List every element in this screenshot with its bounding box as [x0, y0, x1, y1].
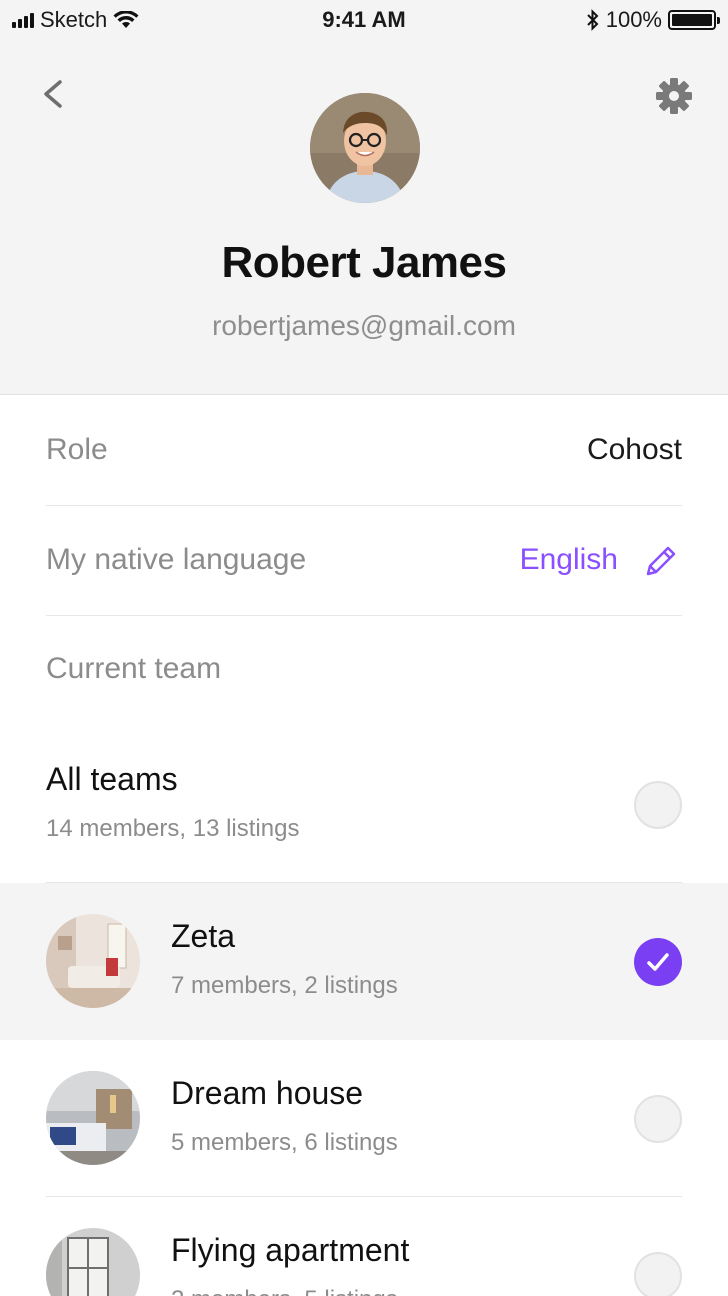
gear-icon [656, 78, 692, 114]
current-team-label: Current team [46, 652, 222, 685]
back-button[interactable] [36, 74, 76, 114]
team-name: Dream house [171, 1075, 364, 1111]
team-row-dream-house[interactable]: Dream house 5 members, 6 listings [0, 1040, 728, 1197]
team-radio-checked[interactable] [634, 938, 682, 986]
profile-email: robertjames@gmail.com [212, 310, 516, 341]
language-label: My native language [46, 543, 307, 576]
team-row-zeta[interactable]: Zeta 7 members, 2 listings [0, 883, 728, 1040]
team-row-flying-apartment[interactable]: Flying apartment 2 members, 5 listings [0, 1197, 728, 1296]
profile-header: Robert James robertjames@gmail.com [0, 40, 728, 395]
flying-apartment-room-photo [46, 1228, 140, 1296]
profile-photo [310, 93, 420, 203]
role-label: Role [46, 433, 108, 466]
language-value[interactable]: English [520, 543, 618, 577]
role-row: Role Cohost [46, 396, 682, 506]
team-meta: 14 members, 13 listings [46, 815, 300, 842]
team-meta: 2 members, 5 listings [171, 1286, 398, 1296]
battery-percent: 100% [605, 7, 662, 32]
team-thumbnail [46, 1228, 140, 1296]
team-radio[interactable] [634, 781, 682, 829]
team-thumbnail [46, 1071, 140, 1165]
team-name: All teams [46, 761, 178, 797]
chevron-left-icon [44, 80, 62, 108]
avatar [310, 93, 420, 203]
dream-house-room-photo [46, 1071, 140, 1165]
team-row-all-teams[interactable]: All teams 14 members, 13 listings [0, 726, 728, 883]
team-radio[interactable] [634, 1252, 682, 1296]
bluetooth-icon [587, 9, 599, 31]
language-row: My native language English [46, 506, 682, 616]
team-radio[interactable] [634, 1095, 682, 1143]
check-icon [647, 953, 669, 971]
profile-name: Robert James [221, 238, 507, 287]
role-value: Cohost [586, 433, 682, 466]
zeta-room-photo [46, 914, 140, 1008]
battery-icon [668, 10, 720, 30]
team-meta: 5 members, 6 listings [171, 1129, 398, 1156]
team-thumbnail [46, 914, 140, 1008]
status-bar-right: 100% [586, 7, 720, 33]
team-meta: 7 members, 2 listings [171, 972, 398, 999]
edit-language-button[interactable] [642, 544, 678, 580]
status-bar: Sketch 9:41 AM 100% [0, 0, 728, 40]
settings-button[interactable] [652, 74, 696, 118]
team-name: Zeta [171, 918, 236, 954]
pencil-icon [646, 546, 676, 576]
team-name: Flying apartment [171, 1232, 410, 1268]
